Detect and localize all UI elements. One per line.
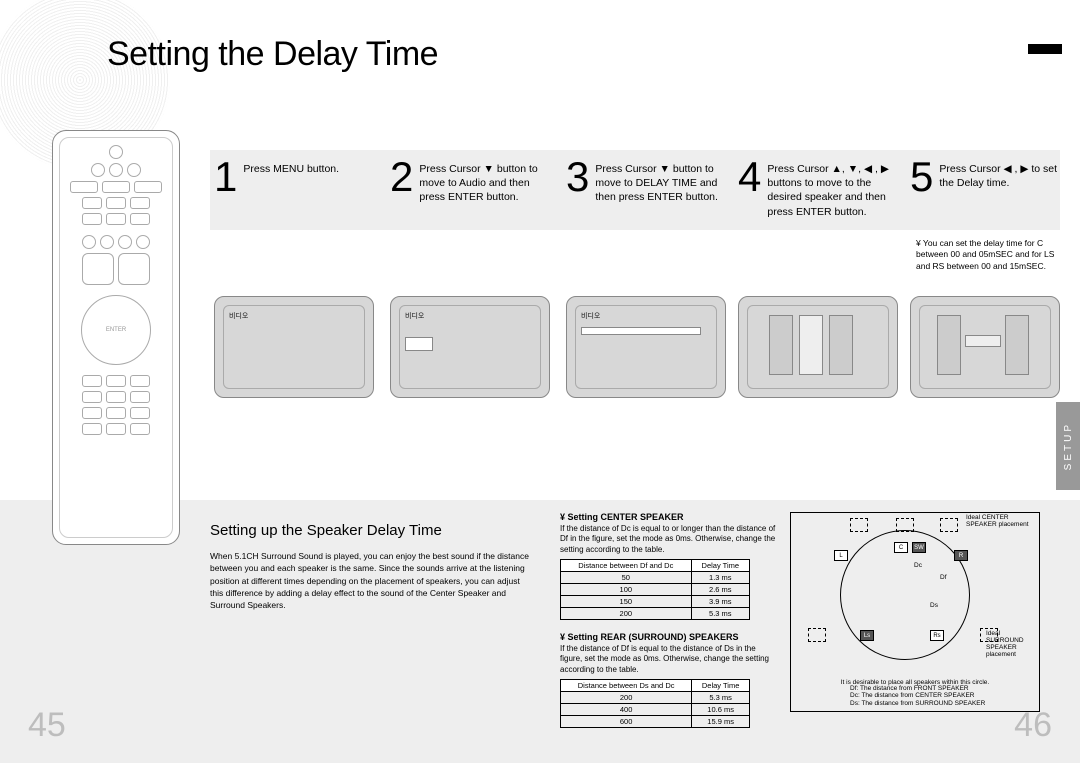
step-num: 1 xyxy=(214,156,237,198)
tv-screen-5 xyxy=(910,296,1060,398)
tv-screen-1: 비디오 xyxy=(214,296,374,398)
step-text: Press MENU button. xyxy=(243,156,339,176)
tv-screen-4 xyxy=(738,296,898,398)
diagram-legend: Df: The distance from FRONT SPEAKER Dc: … xyxy=(850,685,985,708)
step-text: Press Cursor ◀ , ▶ to set the Delay time… xyxy=(939,156,1070,190)
page-number-left: 45 xyxy=(28,706,66,745)
setup-side-tab: SETUP xyxy=(1056,402,1080,490)
step-text: Press Cursor ▼ button to move to Audio a… xyxy=(419,156,558,205)
step-1: 1 Press MENU button. 비디오 xyxy=(214,156,382,398)
center-text: If the distance of Dc is equal to or lon… xyxy=(560,524,780,555)
rear-speaker-block: ¥ Setting REAR (SURROUND) SPEAKERS If th… xyxy=(560,632,780,728)
step-num: 4 xyxy=(738,156,761,198)
step-3: 3 Press Cursor ▼ button to move to DELAY… xyxy=(566,156,734,398)
step-text: Press Cursor ▲, ▼, ◀ , ▶ buttons to move… xyxy=(767,156,906,219)
speaker-diagram: L C SW R Ls Rs Dc Df Ds Ideal CENTER SPE… xyxy=(790,512,1040,712)
step-4: 4 Press Cursor ▲, ▼, ◀ , ▶ buttons to mo… xyxy=(738,156,906,398)
page-title: Setting the Delay Time xyxy=(107,35,438,74)
step-num: 2 xyxy=(390,156,413,198)
rear-text: If the distance of Df is equal to the di… xyxy=(560,644,780,675)
center-speaker-block: ¥ Setting CENTER SPEAKER If the distance… xyxy=(560,512,780,620)
body-text: When 5.1CH Surround Sound is played, you… xyxy=(210,550,530,612)
step-text: Press Cursor ▼ button to move to DELAY T… xyxy=(595,156,734,205)
title-accent-bar xyxy=(1028,44,1062,54)
tv-screen-2: 비디오 xyxy=(390,296,550,398)
step-num: 5 xyxy=(910,156,933,198)
center-heading: ¥ Setting CENTER SPEAKER xyxy=(560,512,780,522)
delay-time-note: ¥ You can set the delay time for C betwe… xyxy=(916,238,1066,272)
rear-table: Distance between Ds and DcDelay Time 200… xyxy=(560,679,750,728)
step-num: 3 xyxy=(566,156,589,198)
center-table: Distance between Df and DcDelay Time 501… xyxy=(560,559,750,620)
remote-illustration xyxy=(52,130,180,545)
rear-heading: ¥ Setting REAR (SURROUND) SPEAKERS xyxy=(560,632,780,642)
tv-screen-3: 비디오 xyxy=(566,296,726,398)
step-2: 2 Press Cursor ▼ button to move to Audio… xyxy=(390,156,558,398)
step-5: 5 Press Cursor ◀ , ▶ to set the Delay ti… xyxy=(910,156,1070,398)
page-number-right: 46 xyxy=(1014,706,1052,745)
subsection-title: Setting up the Speaker Delay Time xyxy=(210,522,442,539)
